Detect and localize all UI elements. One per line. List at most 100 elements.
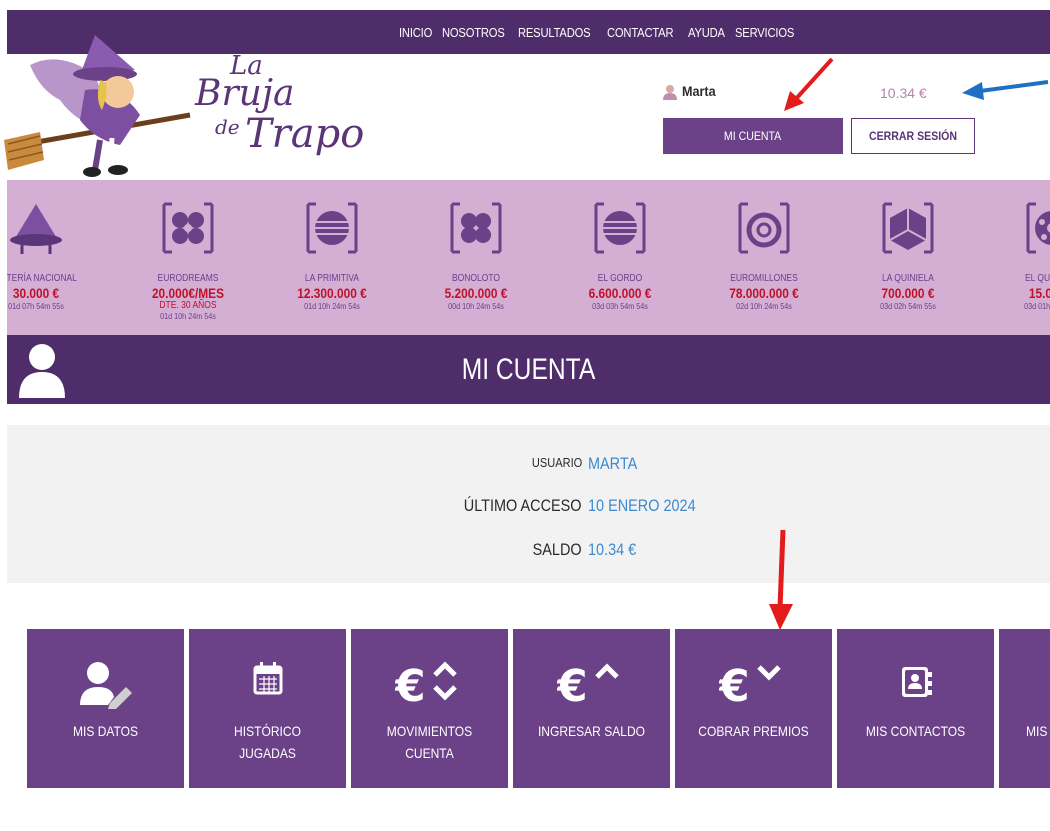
nav-ayuda[interactable]: AYUDA: [688, 25, 725, 40]
lottery-item[interactable]: LOTERÍA NACIONAL 30.000 € 01d 07h 54m 55…: [7, 180, 100, 335]
annotation-arrow-red-my-account: [784, 57, 834, 111]
lottery-countdown: 01d 07h 54m 55s: [8, 301, 64, 311]
user-edit-icon: [79, 662, 132, 709]
tile-label: MIS: [1026, 723, 1048, 739]
tile-movimientos-cuenta[interactable]: € MOVIMIENTOS CUENTA: [351, 629, 508, 788]
lottery-amount: 5.200.000 €: [444, 285, 508, 301]
user-avatar-icon: [19, 344, 65, 398]
lottery-subtitle: DTE. 30 AÑOS: [159, 300, 217, 311]
lottery-amount: 78.000.000 €: [729, 285, 799, 301]
lottery-countdown: 03d 03h 54m 54s: [592, 301, 648, 311]
lottery-name: LA PRIMITIVA: [304, 273, 360, 284]
striped-ball-icon: [594, 202, 646, 254]
ring-icon: [738, 202, 790, 254]
tile-mis-partial[interactable]: MIS: [999, 629, 1050, 788]
tile-label-line1: MOVIMIENTOS: [386, 723, 473, 739]
tile-label-line1: HISTÓRICO: [234, 723, 301, 739]
annotation-arrow-red-cobrar-premios: [769, 529, 793, 630]
lottery-countdown: 00d 10h 24m 54s: [448, 301, 504, 311]
lottery-countdown: 01d 10h 24m 54s: [160, 311, 216, 321]
lottery-item[interactable]: LA QUINIELA 700.000 € 03d 02h 54m 55s: [832, 180, 972, 335]
last-access-value: 10 ENERO 2024: [588, 496, 696, 515]
last-access-label: ÚLTIMO ACCESO: [464, 496, 582, 515]
lottery-name: LOTERÍA NACIONAL: [7, 273, 77, 284]
info-last-access-value-row: 10 ENERO 2024: [588, 496, 715, 516]
lottery-amount: 700.000 €: [881, 285, 935, 301]
football-icon: [1026, 202, 1050, 254]
lottery-name: BONOLOTO: [451, 273, 501, 284]
header-user-name: Marta: [682, 83, 716, 99]
euro-updown-icon: €: [395, 661, 457, 709]
lottery-countdown: 01d 10h 24m 54s: [304, 301, 360, 311]
eurodreams-flower-icon: [162, 202, 214, 254]
info-user-row: USUARIO: [7, 452, 582, 472]
witch-hat-icon: [10, 204, 62, 254]
lottery-amount: 6.600.000 €: [588, 285, 652, 301]
contact-book-icon: [901, 667, 932, 697]
tile-label-line2: JUGADAS: [239, 745, 296, 761]
tile-mis-datos[interactable]: MIS DATOS: [27, 629, 184, 788]
tile-label-line2: CUENTA: [405, 745, 454, 761]
balance-value: 10.34 €: [588, 540, 637, 559]
header-balance: 10.34 €: [880, 85, 927, 101]
page-title: MI CUENTA: [461, 353, 596, 386]
calendar-icon: [253, 662, 282, 695]
lottery-amount: 30.000 €: [12, 285, 60, 301]
lottery-name: LA QUINIELA: [882, 273, 934, 284]
annotation-arrow-blue-balance: [962, 80, 1049, 100]
user-icon: [663, 85, 677, 100]
user-value: MARTA: [588, 454, 638, 473]
logo-bruja: Bruja: [195, 73, 295, 114]
lottery-countdown: 02d 10h 24m 54s: [736, 301, 792, 311]
lottery-name: EL QUINIGOL: [1024, 273, 1050, 284]
lottery-name: EURODREAMS: [157, 273, 219, 284]
svg-text:€: €: [719, 661, 750, 709]
my-account-button[interactable]: MI CUENTA: [663, 118, 843, 154]
tile-label: MIS DATOS: [72, 723, 139, 739]
lottery-countdown: 03d 02h 54m 55s: [880, 301, 936, 311]
clover-icon: [450, 202, 502, 254]
info-user-value-row: MARTA: [588, 454, 646, 474]
lottery-name: EL GORDO: [597, 273, 643, 284]
lottery-item[interactable]: EURODREAMS 20.000€/MES DTE. 30 AÑOS 01d …: [112, 180, 252, 335]
logout-button-label: CERRAR SESIÓN: [868, 129, 957, 143]
nav-resultados[interactable]: RESULTADOS: [518, 25, 591, 40]
my-account-button-label: MI CUENTA: [724, 129, 782, 143]
euro-up-icon: €: [557, 661, 619, 709]
site-logo[interactable]: La Bruja de Trapo: [185, 51, 364, 170]
tile-ingresar-saldo[interactable]: € INGRESAR SALDO: [513, 629, 670, 788]
lottery-item[interactable]: BONOLOTO 5.200.000 € 00d 10h 24m 54s: [400, 180, 540, 335]
nav-inicio[interactable]: INICIO: [399, 25, 432, 40]
cube-icon: [882, 202, 934, 254]
euro-down-icon: €: [719, 661, 781, 709]
logo-de: de: [215, 115, 240, 139]
info-balance-row: SALDO: [7, 540, 582, 560]
balance-label: SALDO: [533, 540, 582, 559]
lottery-item[interactable]: EL GORDO 6.600.000 € 03d 03h 54m 54s: [544, 180, 684, 335]
tile-mis-contactos[interactable]: MIS CONTACTOS: [837, 629, 994, 788]
tile-historico-jugadas[interactable]: HISTÓRICO JUGADAS: [189, 629, 346, 788]
lottery-strip: LOTERÍA NACIONAL 30.000 € 01d 07h 54m 55…: [7, 180, 1050, 335]
svg-text:€: €: [395, 661, 426, 709]
tile-cobrar-premios[interactable]: € COBRAR PREMIOS: [675, 629, 832, 788]
lottery-item[interactable]: EUROMILLONES 78.000.000 € 02d 10h 24m 54…: [688, 180, 828, 335]
svg-text:€: €: [557, 661, 588, 709]
logout-button[interactable]: CERRAR SESIÓN: [851, 118, 975, 154]
lottery-amount: 15.000 €: [1028, 285, 1050, 301]
info-last-access-row: ÚLTIMO ACCESO: [7, 496, 582, 516]
page-title-banner: MI CUENTA: [7, 335, 1050, 404]
logo-trapo: Trapo: [245, 111, 365, 157]
lottery-amount: 20.000€/MES: [151, 285, 225, 301]
striped-ball-icon: [306, 202, 358, 254]
lottery-countdown: 03d 01h 54m 55s: [1024, 301, 1050, 311]
tile-label: COBRAR PREMIOS: [698, 723, 809, 739]
user-label: USUARIO: [531, 455, 582, 470]
lottery-name: EUROMILLONES: [730, 273, 798, 284]
info-balance-value-row: 10.34 €: [588, 540, 645, 560]
nav-nosotros[interactable]: NOSOTROS: [442, 25, 505, 40]
lottery-amount: 12.300.000 €: [297, 285, 367, 301]
lottery-item[interactable]: LA PRIMITIVA 12.300.000 € 01d 10h 24m 54…: [256, 180, 396, 335]
nav-contactar[interactable]: CONTACTAR: [607, 25, 674, 40]
lottery-item[interactable]: EL QUINIGOL 15.000 € 03d 01h 54m 55s: [976, 180, 1050, 335]
nav-servicios[interactable]: SERVICIOS: [735, 25, 794, 40]
